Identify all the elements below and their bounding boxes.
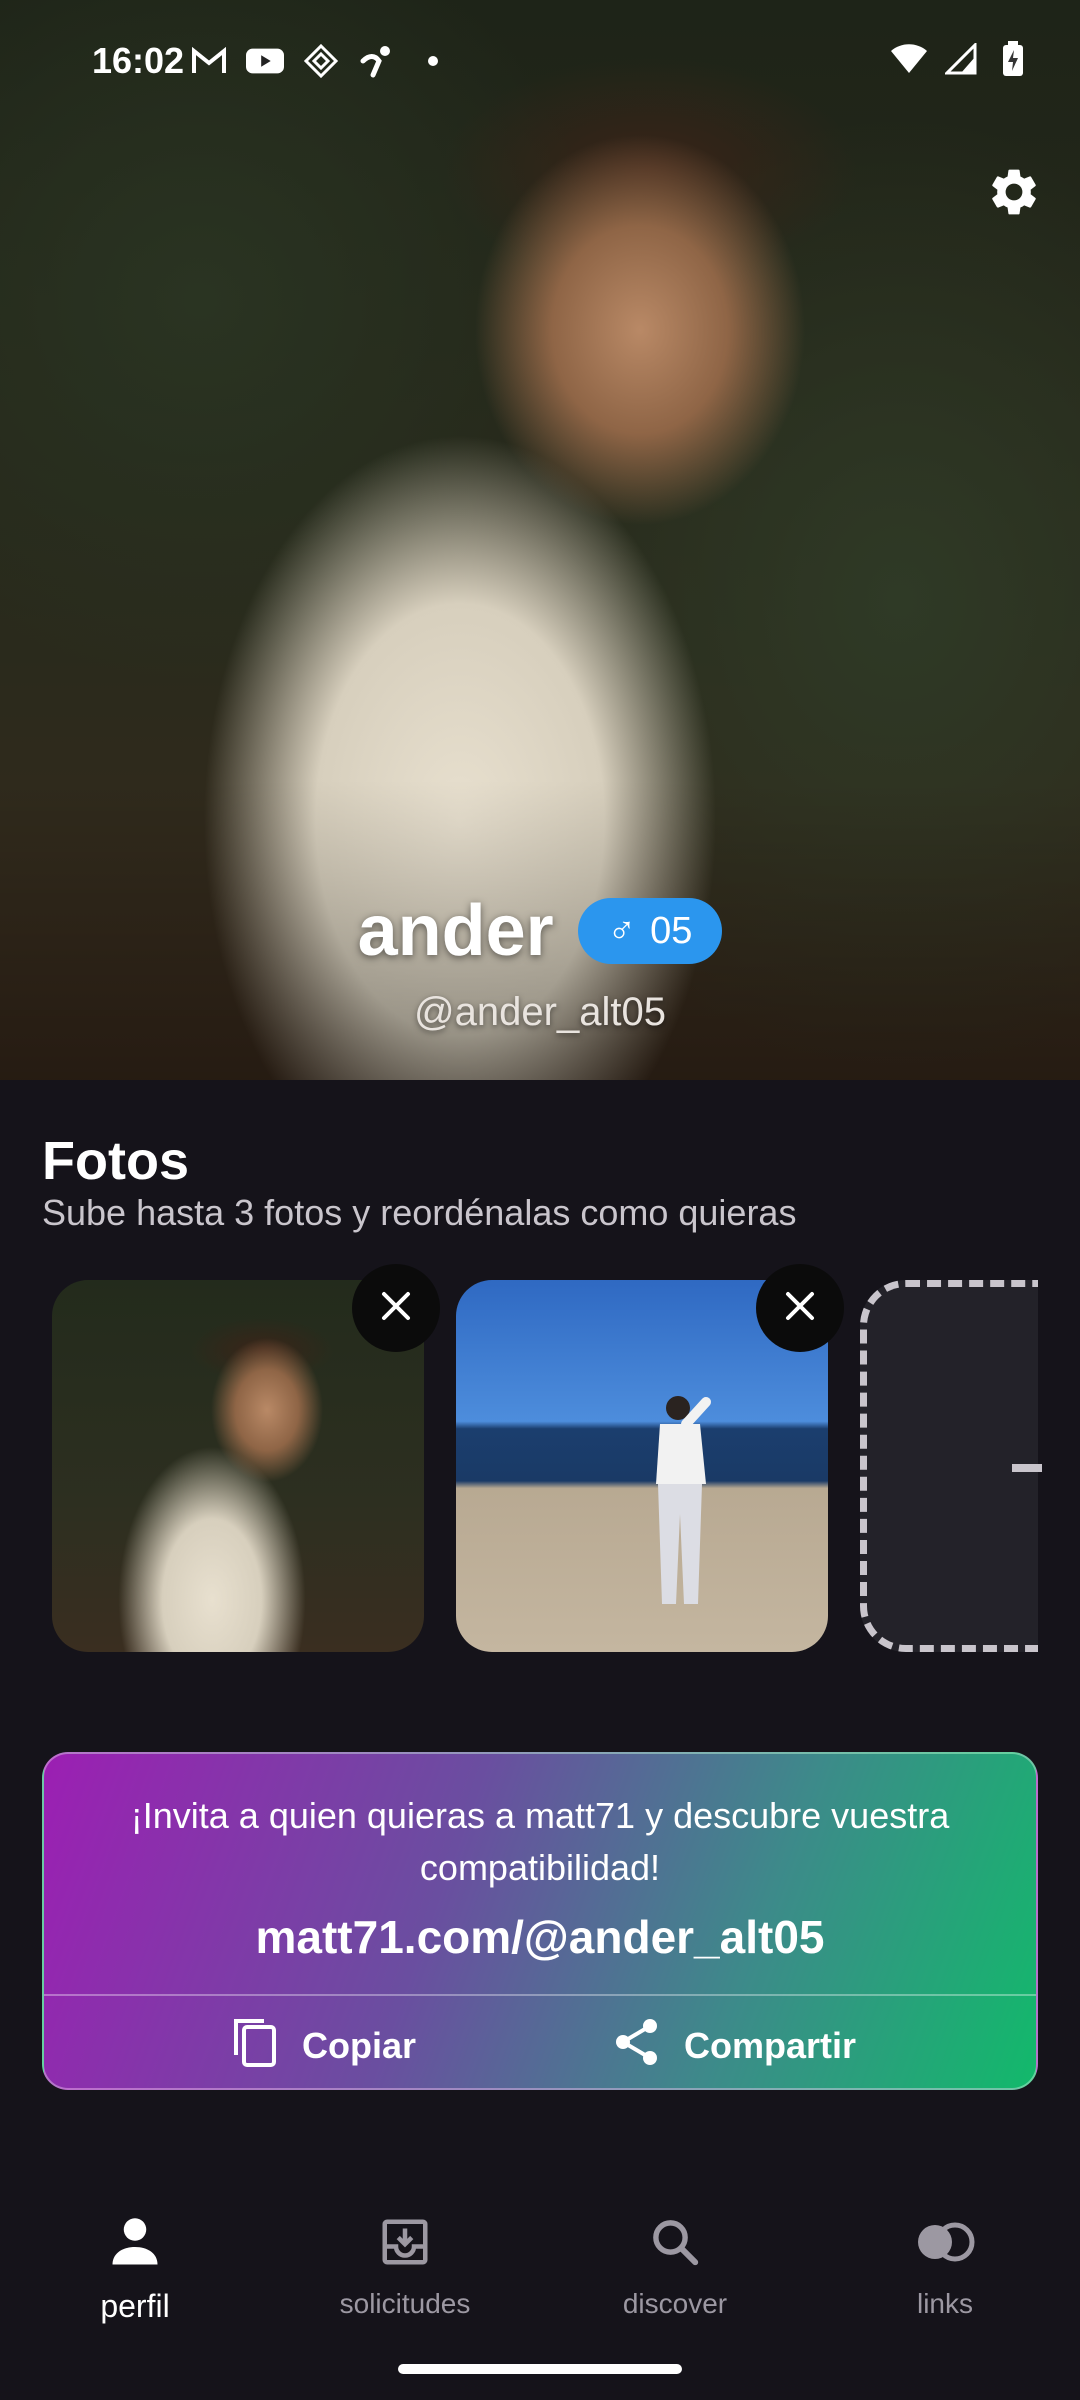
photos-subtitle: Sube hasta 3 fotos y reordénalas como qu… [42, 1192, 797, 1233]
nav-label: links [916, 2288, 973, 2319]
dot-icon [414, 42, 452, 80]
battery-charging-icon [994, 40, 1032, 78]
youtube-icon [246, 42, 284, 80]
invite-card: ¡Invita a quien quieras a matt71 y descu… [42, 1752, 1038, 2090]
nav-item-links[interactable]: links [810, 2170, 1080, 2340]
copy-button[interactable]: Copiar [232, 2016, 416, 2076]
person-icon [103, 2210, 167, 2274]
invite-divider [44, 1994, 1036, 1996]
home-indicator[interactable] [398, 2364, 682, 2374]
remove-photo-button[interactable] [352, 1264, 440, 1352]
gender-age-badge: ♂ 05 [577, 898, 723, 964]
photos-carousel[interactable] [52, 1280, 1038, 1660]
nav-item-solicitudes[interactable]: solicitudes [270, 2170, 540, 2340]
profile-handle: @ander_alt05 [414, 990, 666, 1034]
invite-link[interactable]: matt71.com/@ander_alt05 [44, 1910, 1036, 1964]
links-circles-icon [913, 2210, 977, 2274]
signal-icon [942, 40, 980, 78]
photos-title: Fotos [42, 1131, 189, 1191]
app-figure-icon [358, 42, 396, 80]
app-diamond-icon [302, 42, 340, 80]
share-button[interactable]: Compartir [614, 2016, 856, 2076]
nav-label: perfil [100, 2288, 170, 2324]
status-bar: 16:02 [0, 0, 1080, 120]
settings-button[interactable] [980, 160, 1048, 228]
remove-photo-button[interactable] [756, 1264, 844, 1352]
close-icon [378, 1288, 414, 1329]
status-system-icons [890, 40, 1032, 78]
invite-text: ¡Invita a quien quieras a matt71 y descu… [130, 1795, 950, 1888]
nav-label: discover [622, 2288, 728, 2319]
status-notification-icons [190, 42, 452, 80]
male-icon: ♂ [607, 909, 637, 952]
nav-item-discover[interactable]: discover [540, 2170, 810, 2340]
gmail-icon [190, 42, 228, 80]
add-photo-plus-icon [1012, 1464, 1042, 1472]
gear-icon [986, 164, 1042, 225]
copy-label: Copiar [302, 2025, 417, 2066]
copy-icon [232, 2017, 278, 2076]
status-time: 16:02 [92, 40, 185, 81]
badge-number: 05 [650, 909, 693, 952]
search-icon [643, 2210, 707, 2274]
share-icon [614, 2017, 660, 2076]
nav-label: solicitudes [339, 2288, 471, 2319]
bottom-navigation: perfil solicitudes discover links [0, 2170, 1080, 2350]
inbox-download-icon [373, 2210, 437, 2274]
person-figure [656, 1396, 711, 1604]
profile-header: ander ♂ 05 [0, 890, 1080, 972]
share-label: Compartir [684, 2025, 857, 2066]
wifi-icon [890, 40, 928, 78]
nav-item-perfil[interactable]: perfil [0, 2170, 270, 2340]
profile-name: ander [357, 891, 554, 971]
close-icon [782, 1288, 818, 1329]
